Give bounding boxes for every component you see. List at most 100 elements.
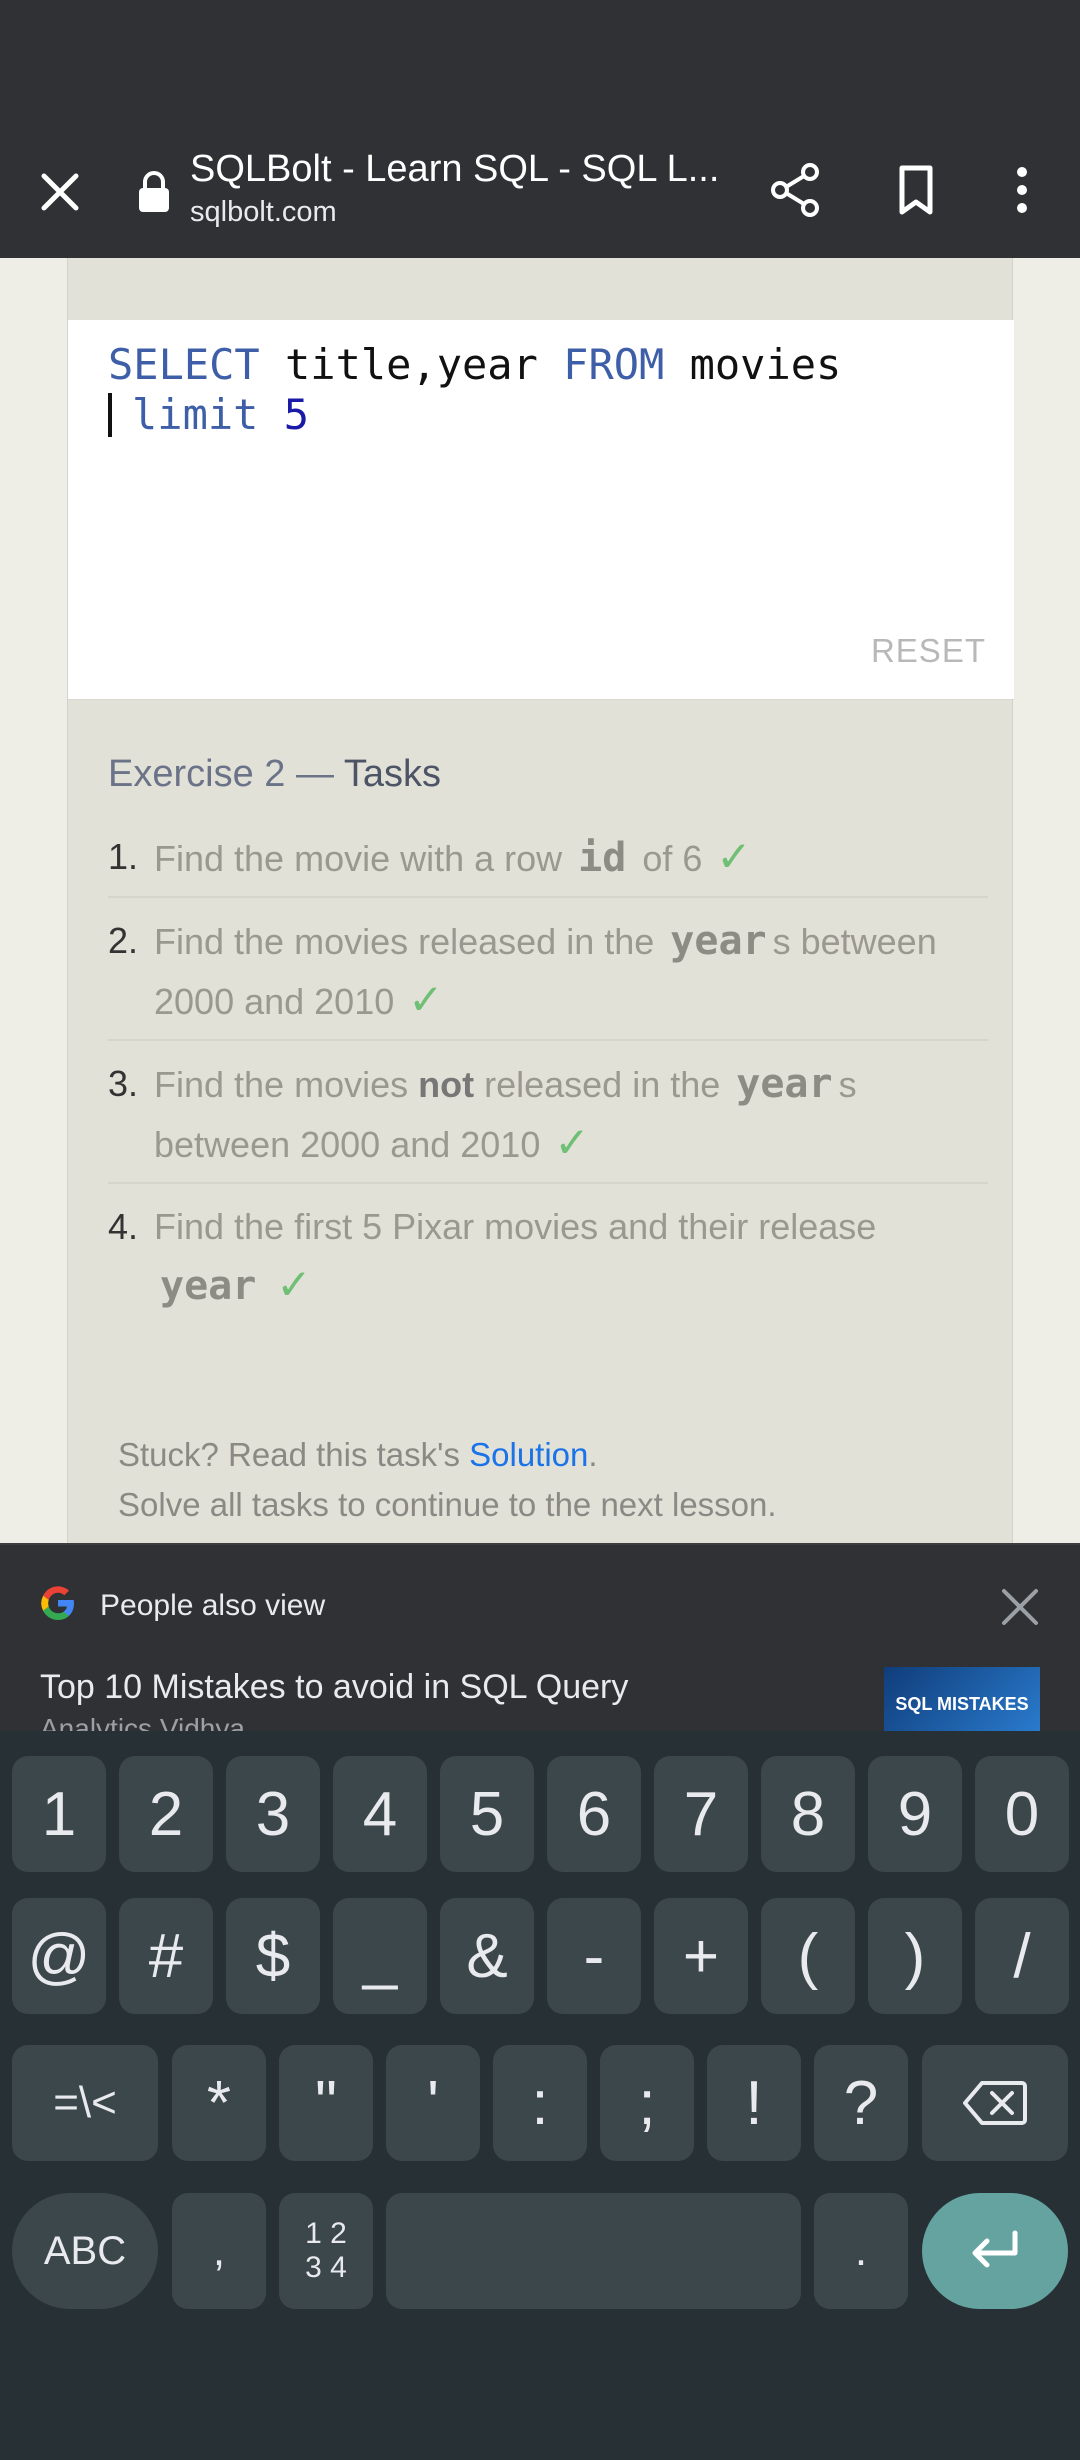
exercise-heading-tasks: Tasks: [343, 753, 441, 795]
enter-icon: [972, 2230, 1018, 2268]
key-6[interactable]: 6: [547, 1756, 641, 1872]
task-item-3: 3. Find the movies not released in the y…: [108, 1055, 988, 1184]
key-open-paren[interactable]: (: [761, 1898, 855, 2014]
check-icon: ✓: [276, 1261, 312, 1308]
task-text: released in the: [474, 1064, 731, 1105]
task-text: Find the movies: [154, 1064, 419, 1105]
task-emphasis: not: [418, 1064, 475, 1105]
keyword-select: SELECT: [108, 340, 260, 389]
task-number: 1.: [108, 836, 139, 877]
task-item-1: 1. Find the movie with a row id of 6 ✓: [108, 828, 988, 898]
web-page: SELECT title,year FROM movies limit 5 RE…: [0, 258, 1080, 1543]
key-close-paren[interactable]: ): [868, 1898, 962, 2014]
lock-icon: [136, 170, 172, 214]
task-code: year: [160, 1263, 257, 1309]
backspace-icon: [963, 2081, 1027, 2125]
task-number: 3.: [108, 1063, 139, 1104]
lesson-panel: SELECT title,year FROM movies limit 5 RE…: [67, 258, 1014, 1543]
key-single-quote[interactable]: ': [386, 2045, 480, 2161]
page-url[interactable]: sqlbolt.com: [190, 196, 337, 229]
key-dollar[interactable]: $: [226, 1898, 320, 2014]
numpad-label-bottom: 3 4: [305, 2251, 347, 2284]
key-colon[interactable]: :: [493, 2045, 587, 2161]
key-exclamation[interactable]: !: [707, 2045, 801, 2161]
key-0[interactable]: 0: [975, 1756, 1069, 1872]
enter-key[interactable]: [922, 2193, 1068, 2309]
check-icon: ✓: [408, 976, 444, 1023]
key-period[interactable]: .: [814, 2193, 908, 2309]
key-3[interactable]: 3: [226, 1756, 320, 1872]
bookmark-icon[interactable]: [884, 158, 948, 222]
page-title[interactable]: SQLBolt - Learn SQL - SQL L...: [190, 148, 719, 191]
reset-button[interactable]: RESET: [871, 632, 986, 670]
suggestion-source: Analytics Vidhya: [40, 1713, 245, 1731]
task-text: of 6: [632, 838, 703, 879]
key-7[interactable]: 7: [654, 1756, 748, 1872]
close-suggestions-icon[interactable]: [998, 1585, 1042, 1629]
task-list: 1. Find the movie with a row id of 6 ✓ 2.…: [108, 828, 988, 1338]
key-at[interactable]: @: [12, 1898, 106, 2014]
key-question[interactable]: ?: [814, 2045, 908, 2161]
key-asterisk[interactable]: *: [172, 2045, 266, 2161]
numpad-label-top: 1 2: [305, 2217, 347, 2250]
on-screen-keyboard: 1 2 3 4 5 6 7 8 9 0 @ # $ _ & - + ( ) / …: [0, 1731, 1080, 2460]
space-key[interactable]: [386, 2193, 801, 2309]
check-icon: ✓: [716, 833, 752, 880]
task-item-4: 4. Find the first 5 Pixar movies and the…: [108, 1198, 988, 1324]
suggestions-header: People also view: [100, 1589, 326, 1622]
exercise-footer: Stuck? Read this task's Solution. Solve …: [118, 1430, 777, 1530]
limit-value: 5: [283, 390, 310, 439]
browser-toolbar: SQLBolt - Learn SQL - SQL L... sqlbolt.c…: [0, 130, 1080, 258]
key-double-quote[interactable]: ": [279, 2045, 373, 2161]
check-icon: ✓: [554, 1119, 590, 1166]
key-slash[interactable]: /: [975, 1898, 1069, 2014]
footer-text: Stuck? Read this task's: [118, 1436, 470, 1473]
solution-link[interactable]: Solution: [469, 1436, 588, 1473]
key-comma[interactable]: ,: [172, 2193, 266, 2309]
suggestions-sheet: People also view Top 10 Mistakes to avoi…: [0, 1543, 1080, 1731]
footer-text: Solve all tasks to continue to the next …: [118, 1486, 777, 1523]
keyword-from: FROM: [563, 340, 665, 389]
footer-text: .: [588, 1436, 598, 1473]
suggestion-thumbnail[interactable]: SQL MISTAKES: [884, 1667, 1040, 1731]
query-table: movies: [664, 340, 842, 389]
exercise-heading-prefix: Exercise 2 —: [108, 753, 334, 795]
text-cursor: [108, 393, 112, 437]
task-code: year: [670, 918, 767, 964]
task-code: year: [736, 1061, 833, 1107]
status-bar: [0, 0, 1080, 130]
key-8[interactable]: 8: [761, 1756, 855, 1872]
suggestion-title[interactable]: Top 10 Mistakes to avoid in SQL Query: [40, 1668, 628, 1707]
task-item-2: 2. Find the movies released in the year s…: [108, 912, 988, 1041]
task-text: Find the movie with a row: [154, 838, 573, 879]
key-plus[interactable]: +: [654, 1898, 748, 2014]
sql-query-text[interactable]: SELECT title,year FROM movies limit 5: [108, 340, 841, 440]
key-1[interactable]: 1: [12, 1756, 106, 1872]
close-icon[interactable]: [30, 162, 90, 222]
key-4[interactable]: 4: [333, 1756, 427, 1872]
task-code: id: [578, 835, 627, 881]
task-number: 4.: [108, 1206, 139, 1247]
google-logo-icon: [38, 1583, 78, 1623]
key-abc[interactable]: ABC: [12, 2193, 158, 2309]
key-more-symbols[interactable]: =\<: [12, 2045, 158, 2161]
key-semicolon[interactable]: ;: [600, 2045, 694, 2161]
key-ampersand[interactable]: &: [440, 1898, 534, 2014]
key-9[interactable]: 9: [868, 1756, 962, 1872]
task-number: 2.: [108, 920, 139, 961]
backspace-key[interactable]: [922, 2045, 1068, 2161]
key-numpad[interactable]: 1 2 3 4: [279, 2193, 373, 2309]
sql-editor[interactable]: SELECT title,year FROM movies limit 5 RE…: [68, 320, 1014, 700]
query-columns: title,year: [259, 340, 564, 389]
key-hash[interactable]: #: [119, 1898, 213, 2014]
key-minus[interactable]: -: [547, 1898, 641, 2014]
more-options-icon[interactable]: [990, 158, 1054, 222]
task-text: Find the movies released in the: [154, 921, 665, 962]
task-text: Find the first 5 Pixar movies and their …: [154, 1206, 877, 1247]
share-icon[interactable]: [764, 158, 828, 222]
key-2[interactable]: 2: [119, 1756, 213, 1872]
exercise-heading: Exercise 2 — Tasks: [108, 753, 441, 796]
keyword-limit: limit: [132, 390, 259, 439]
key-5[interactable]: 5: [440, 1756, 534, 1872]
key-underscore[interactable]: _: [333, 1898, 427, 2014]
